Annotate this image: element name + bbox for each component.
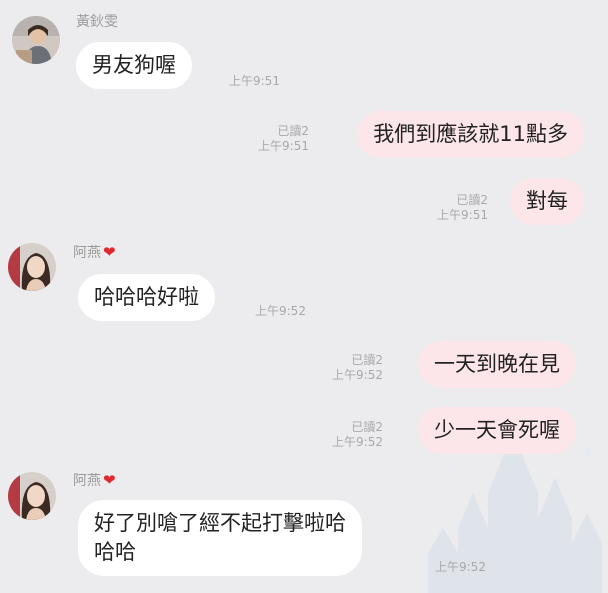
sender-name-text: 黃鈥雯 <box>76 14 118 30</box>
timestamp: 上午9:52 <box>332 368 383 382</box>
message-meta: 已讀2 上午9:51 <box>258 124 309 154</box>
message-text: 少一天會死喔 <box>434 418 560 442</box>
message-meta: 已讀2 上午9:52 <box>332 353 383 383</box>
heart-icon: ❤ <box>103 243 116 261</box>
message-text-line: 好了別嗆了經不起打擊啦哈 <box>94 511 346 535</box>
timestamp: 上午9:51 <box>258 139 309 153</box>
message-text: 對每 <box>526 189 568 213</box>
avatar-photo-icon <box>12 16 60 64</box>
message-bubble[interactable]: 少一天會死喔 <box>418 407 576 454</box>
message-text: 哈哈哈好啦 <box>94 285 199 309</box>
message-bubble[interactable]: 好了別嗆了經不起打擊啦哈 哈哈 <box>78 500 362 576</box>
avatar-photo-icon <box>8 472 56 520</box>
avatar[interactable] <box>12 16 60 64</box>
message-bubble[interactable]: 我們到應該就11點多 <box>357 111 584 158</box>
message-text: 一天到晚在見 <box>434 352 560 376</box>
message-meta: 已讀2 上午9:52 <box>332 420 383 450</box>
sender-name: 阿燕 ❤ <box>73 472 116 489</box>
message-time: 上午9:52 <box>255 304 306 319</box>
message-bubble[interactable]: 男友狗喔 <box>76 42 192 89</box>
sender-name: 阿燕 ❤ <box>73 244 116 261</box>
message-meta: 已讀2 上午9:51 <box>437 193 488 223</box>
timestamp: 上午9:52 <box>332 435 383 449</box>
heart-icon: ❤ <box>103 471 116 489</box>
message-text-line: 哈哈 <box>94 540 136 564</box>
read-receipt: 已讀2 <box>351 353 383 367</box>
message-time: 上午9:51 <box>229 74 280 89</box>
avatar-photo-icon <box>8 243 56 291</box>
message-text: 我們到應該就11點多 <box>373 122 568 146</box>
timestamp: 上午9:52 <box>435 560 486 574</box>
timestamp: 上午9:51 <box>229 74 280 88</box>
sender-name-text: 阿燕 <box>73 245 101 261</box>
timestamp: 上午9:51 <box>437 208 488 222</box>
sender-name-text: 阿燕 <box>73 473 101 489</box>
message-time: 上午9:52 <box>435 560 486 575</box>
message-bubble[interactable]: 一天到晚在見 <box>418 341 576 388</box>
avatar[interactable] <box>8 243 56 291</box>
sender-name: 黃鈥雯 <box>76 14 118 30</box>
chat-room[interactable]: 黃鈥雯 男友狗喔 上午9:51 已讀2 上午9:51 我們到應該就11點多 已讀… <box>0 0 608 593</box>
read-receipt: 已讀2 <box>277 124 309 138</box>
message-text: 男友狗喔 <box>92 53 176 77</box>
read-receipt: 已讀2 <box>351 420 383 434</box>
message-bubble[interactable]: 哈哈哈好啦 <box>78 274 215 321</box>
timestamp: 上午9:52 <box>255 304 306 318</box>
avatar[interactable] <box>8 472 56 520</box>
read-receipt: 已讀2 <box>456 193 488 207</box>
message-bubble[interactable]: 對每 <box>510 178 584 225</box>
